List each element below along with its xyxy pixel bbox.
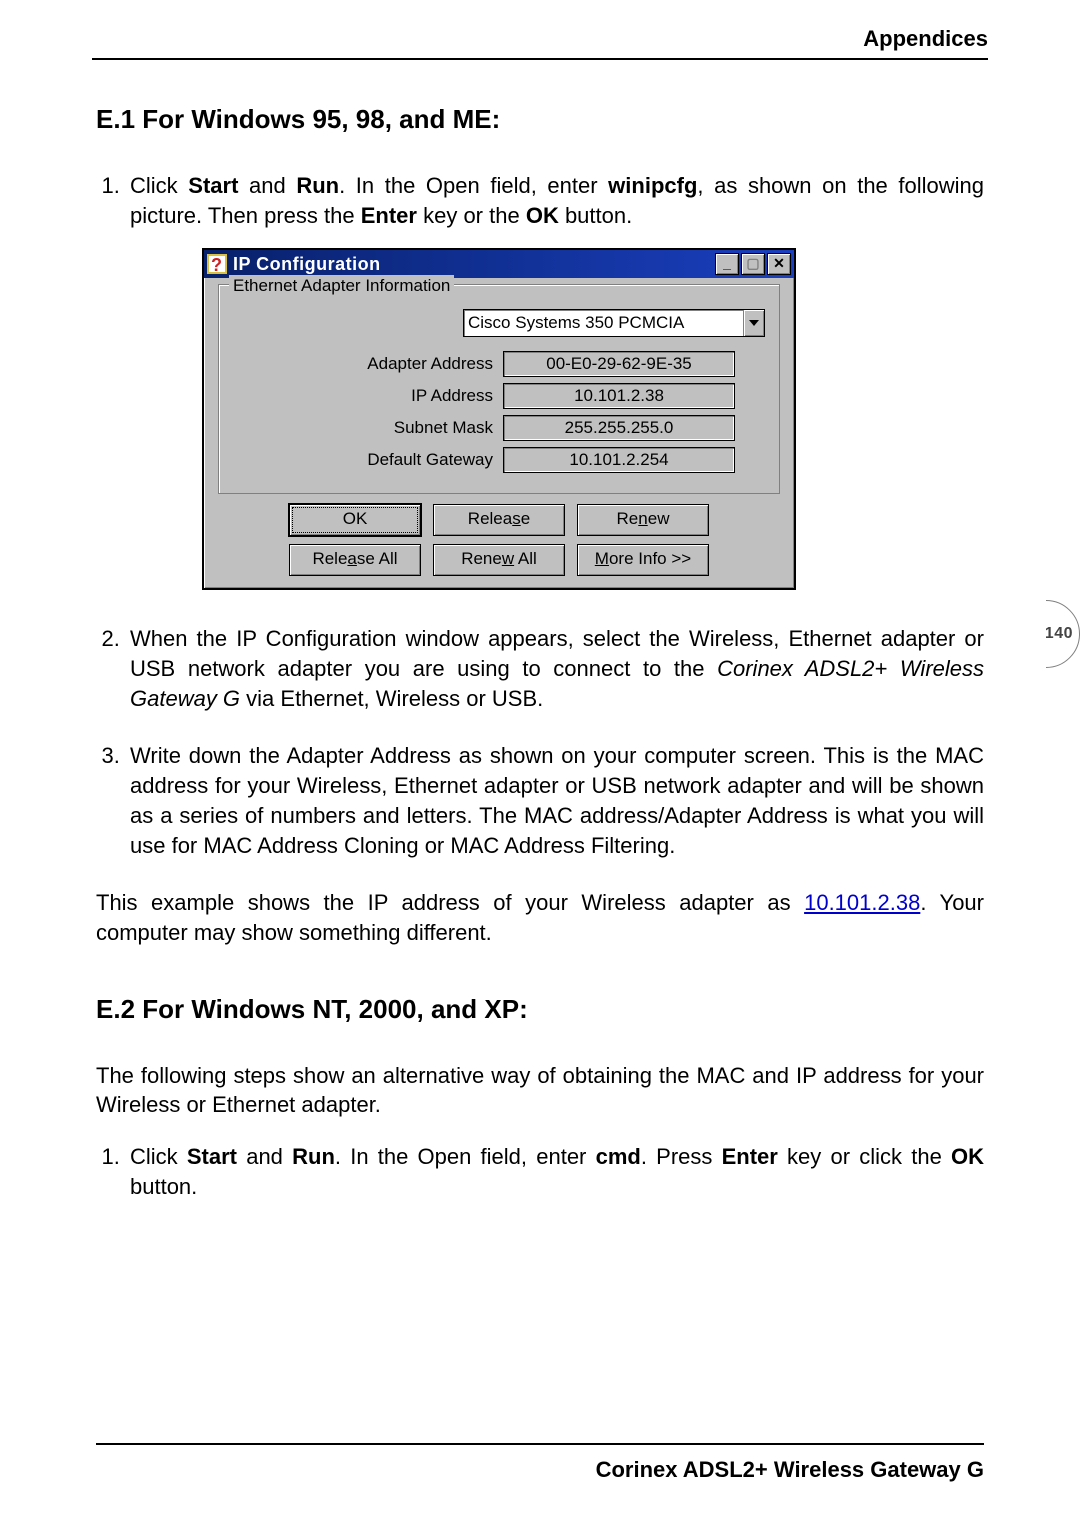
e2-step-1: Click Start and Run. In the Open field, … — [126, 1142, 984, 1201]
txt: and — [237, 1144, 292, 1169]
minimize-button[interactable]: _ — [715, 253, 739, 275]
txt: key or the — [417, 203, 526, 228]
help-icon — [207, 254, 227, 274]
page-header: Appendices — [92, 26, 988, 60]
adapter-selected: Cisco Systems 350 PCMCIA — [464, 310, 743, 336]
kw-run: Run — [296, 173, 339, 198]
value-adapter-address: 00-E0-29-62-9E-35 — [503, 351, 735, 377]
label-default-gateway: Default Gateway — [233, 449, 503, 472]
txt: . In the Open field, enter — [339, 173, 608, 198]
e1-step-3: Write down the Adapter Address as shown … — [126, 741, 984, 860]
release-all-button[interactable]: Release All — [289, 544, 421, 576]
txt: Write down the Adapter Address as shown … — [130, 743, 984, 857]
ok-label: OK — [343, 509, 368, 528]
row-adapter-address: Adapter Address 00-E0-29-62-9E-35 — [233, 351, 765, 377]
header-title: Appendices — [863, 26, 988, 51]
kw-ok: OK — [526, 203, 559, 228]
label-adapter-address: Adapter Address — [233, 353, 503, 376]
release-button[interactable]: Release — [433, 504, 565, 536]
ok-button[interactable]: OK — [289, 504, 421, 536]
renew-all-button[interactable]: Renew All — [433, 544, 565, 576]
e1-example-paragraph: This example shows the IP address of you… — [96, 888, 984, 947]
row-subnet-mask: Subnet Mask 255.255.255.0 — [233, 415, 765, 441]
label-ip-address: IP Address — [233, 385, 503, 408]
button-row-1: OK Release Renew — [218, 504, 780, 536]
kw-start: Start — [187, 1144, 237, 1169]
section-e1-heading: E.1 For Windows 95, 98, and ME: — [96, 104, 984, 135]
more-info-button[interactable]: More Info >> — [577, 544, 709, 576]
value-ip-address: 10.101.2.38 — [503, 383, 735, 409]
label-subnet-mask: Subnet Mask — [233, 417, 503, 440]
txt: key or click the — [778, 1144, 951, 1169]
footer-rule — [96, 1443, 984, 1445]
e1-steps: Click Start and Run. In the Open field, … — [96, 171, 984, 860]
titlebar-buttons: _ ▢ ✕ — [715, 253, 791, 275]
txt: and — [238, 173, 296, 198]
kw-start: Start — [188, 173, 238, 198]
row-default-gateway: Default Gateway 10.101.2.254 — [233, 447, 765, 473]
e2-intro: The following steps show an alternative … — [96, 1061, 984, 1120]
txt: Click — [130, 173, 188, 198]
section-e2-heading: E.2 For Windows NT, 2000, and XP: — [96, 994, 984, 1025]
kw-enter: Enter — [361, 203, 417, 228]
txt: This example shows the IP address of you… — [96, 890, 804, 915]
page-number-badge: 140 — [1012, 600, 1080, 668]
txt: Click — [130, 1144, 187, 1169]
titlebar: IP Configuration _ ▢ ✕ — [204, 250, 794, 278]
txt: button. — [130, 1174, 197, 1199]
kw-enter: Enter — [722, 1144, 778, 1169]
group-legend: Ethernet Adapter Information — [229, 275, 454, 298]
e2-steps: Click Start and Run. In the Open field, … — [96, 1142, 984, 1201]
value-subnet-mask: 255.255.255.0 — [503, 415, 735, 441]
txt: button. — [559, 203, 632, 228]
button-row-2: Release All Renew All More Info >> — [218, 544, 780, 576]
chevron-down-icon[interactable] — [743, 310, 764, 336]
maximize-button[interactable]: ▢ — [741, 253, 765, 275]
adapter-dropdown[interactable]: Cisco Systems 350 PCMCIA — [463, 309, 765, 337]
renew-button[interactable]: Renew — [577, 504, 709, 536]
ipconfig-dialog-figure: IP Configuration _ ▢ ✕ Ethernet Adapter … — [202, 248, 984, 590]
txt: . Press — [641, 1144, 722, 1169]
close-button[interactable]: ✕ — [767, 253, 791, 275]
kw-winipcfg: winipcfg — [608, 173, 697, 198]
ipconfig-window: IP Configuration _ ▢ ✕ Ethernet Adapter … — [202, 248, 796, 590]
e1-step-1: Click Start and Run. In the Open field, … — [126, 171, 984, 590]
window-title: IP Configuration — [233, 252, 715, 276]
kw-cmd: cmd — [596, 1144, 641, 1169]
txt: . In the Open field, enter — [335, 1144, 596, 1169]
row-ip-address: IP Address 10.101.2.38 — [233, 383, 765, 409]
page-number: 140 — [1045, 625, 1073, 643]
e1-step-2: When the IP Configuration window appears… — [126, 624, 984, 713]
txt: via Ethernet, Wireless or USB. — [240, 686, 543, 711]
kw-ok: OK — [951, 1144, 984, 1169]
value-default-gateway: 10.101.2.254 — [503, 447, 735, 473]
window-body: Ethernet Adapter Information Cisco Syste… — [204, 278, 794, 588]
adapter-select-row: Cisco Systems 350 PCMCIA — [233, 309, 765, 337]
example-ip-link[interactable]: 10.101.2.38 — [804, 890, 920, 915]
kw-run: Run — [292, 1144, 335, 1169]
footer-product: Corinex ADSL2+ Wireless Gateway G — [596, 1457, 984, 1483]
adapter-info-group: Ethernet Adapter Information Cisco Syste… — [218, 284, 780, 494]
